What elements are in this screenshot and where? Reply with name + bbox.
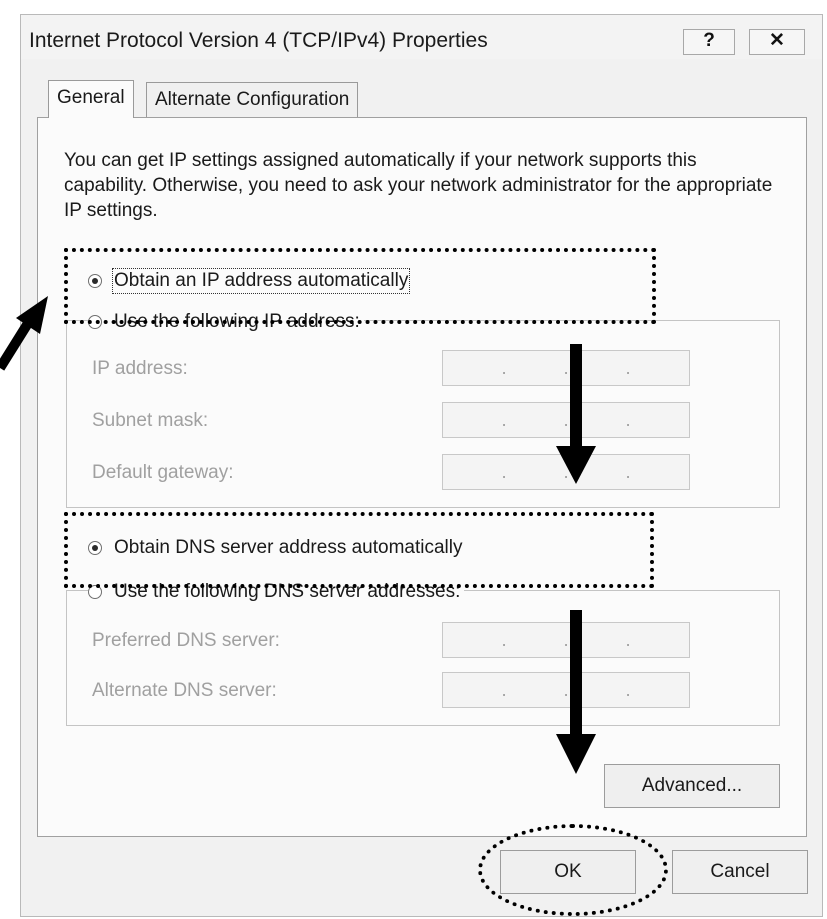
annotation-arrows	[0, 296, 596, 774]
arrow-down-dns-to-ok	[556, 610, 596, 774]
arrow-down-ip-to-dns	[556, 344, 596, 484]
arrow-pointer-to-ip-auto	[0, 296, 48, 371]
tab-general[interactable]: General	[48, 80, 134, 118]
